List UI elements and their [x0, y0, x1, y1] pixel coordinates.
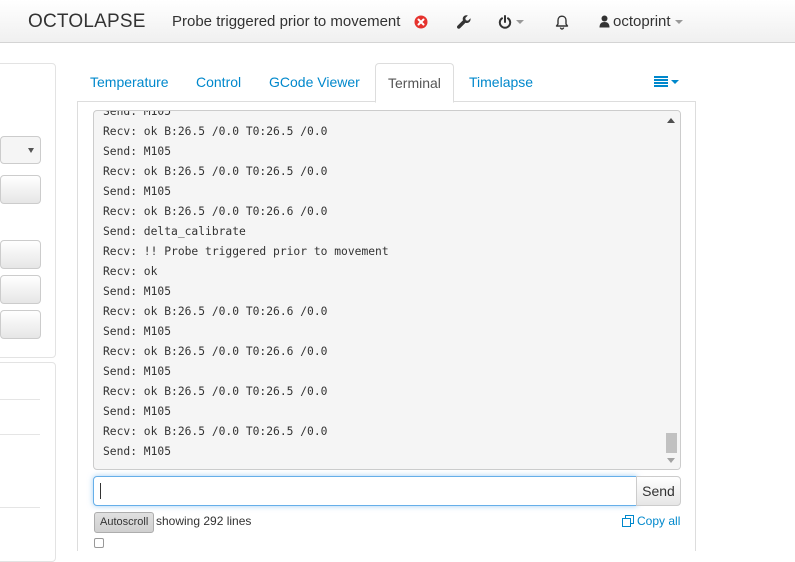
terminal-line: Recv: ok B:26.5 /0.0 T0:26.5 /0.0: [103, 165, 328, 178]
copy-all-label: Copy all: [637, 514, 681, 528]
sidebar-panel-state: [0, 362, 56, 562]
chevron-down-icon: [674, 19, 683, 24]
terminal-line: Send: M105: [103, 145, 172, 158]
command-input[interactable]: [93, 476, 637, 506]
terminal-log: Send: M105 Recv: ok B:26.5 /0.0 T0:26.5 /…: [103, 110, 389, 462]
list-icon: [654, 76, 668, 87]
copy-all-link[interactable]: Copy all: [622, 514, 680, 528]
user-name: octoprint: [613, 13, 671, 30]
sidebar-button[interactable]: [0, 175, 41, 204]
terminal-line: Send: M105: [103, 325, 172, 338]
tab-timelapse[interactable]: Timelapse: [457, 63, 545, 102]
terminal-line: Recv: ok: [103, 265, 158, 278]
terminal-scrollbar[interactable]: [663, 111, 680, 469]
text-cursor: [100, 483, 101, 499]
wrench-icon[interactable]: [456, 13, 472, 31]
divider: [0, 434, 40, 435]
error-icon[interactable]: [414, 13, 428, 31]
scroll-down-icon[interactable]: [667, 458, 675, 463]
user-menu[interactable]: octoprint: [599, 13, 683, 30]
terminal-line: Send: M105: [103, 405, 172, 418]
sidebar-button[interactable]: [0, 275, 41, 304]
sidebar-button[interactable]: [0, 240, 41, 269]
terminal-line: Send: M105: [103, 365, 172, 378]
terminal-line: Recv: ok B:26.5 /0.0 T0:26.6 /0.0: [103, 205, 328, 218]
terminal-line: Recv: ok B:26.5 /0.0 T0:26.6 /0.0: [103, 305, 328, 318]
tab-control[interactable]: Control: [184, 63, 253, 102]
tab-terminal[interactable]: Terminal: [375, 63, 454, 103]
terminal-line: Recv: ok B:26.5 /0.0 T0:26.5 /0.0: [103, 125, 328, 138]
line-count-text: showing 292 lines: [156, 514, 252, 528]
main-tabs: Temperature Control GCode Viewer Termina…: [77, 63, 696, 103]
divider: [0, 507, 40, 508]
terminal-line: Send: M105: [103, 110, 172, 118]
tab-overflow-menu[interactable]: [654, 76, 679, 87]
terminal-output[interactable]: Send: M105 Recv: ok B:26.5 /0.0 T0:26.5 /…: [93, 110, 681, 470]
copy-icon: [622, 515, 634, 527]
top-navbar: OCTOLAPSE Probe triggered prior to movem…: [0, 0, 795, 43]
send-button[interactable]: Send: [636, 476, 681, 506]
chevron-down-icon: [671, 79, 679, 84]
terminal-line: Recv: ok B:26.5 /0.0 T0:26.5 /0.0: [103, 425, 328, 438]
tab-temperature[interactable]: Temperature: [78, 63, 181, 102]
chevron-down-icon: [516, 20, 524, 24]
autoscroll-button[interactable]: Autoscroll: [94, 512, 155, 533]
terminal-line: Recv: !! Probe triggered prior to moveme…: [103, 245, 389, 258]
terminal-line: Recv: ok B:26.5 /0.0 T0:26.6 /0.0: [103, 345, 328, 358]
sidebar-select[interactable]: [0, 136, 41, 164]
user-icon: [599, 15, 610, 28]
terminal-line: Send: M105: [103, 185, 172, 198]
divider: [0, 399, 40, 400]
sidebar-button[interactable]: [0, 310, 41, 339]
terminal-line: Recv: ok B:26.5 /0.0 T0:26.5 /0.0: [103, 385, 328, 398]
power-icon[interactable]: [498, 13, 524, 31]
bell-icon[interactable]: [555, 13, 569, 31]
terminal-line: Send: delta_calibrate: [103, 225, 246, 238]
chevron-down-icon: [28, 148, 34, 153]
printer-status-text: Probe triggered prior to movement: [172, 13, 401, 30]
brand-logo[interactable]: OCTOLAPSE: [28, 11, 146, 33]
terminal-line: Send: M105: [103, 445, 172, 458]
scrollbar-thumb[interactable]: [666, 433, 677, 453]
option-checkbox[interactable]: [94, 538, 104, 548]
terminal-line: Send: M105: [103, 285, 172, 298]
tab-gcode-viewer[interactable]: GCode Viewer: [257, 63, 372, 102]
scroll-up-icon[interactable]: [667, 118, 675, 123]
